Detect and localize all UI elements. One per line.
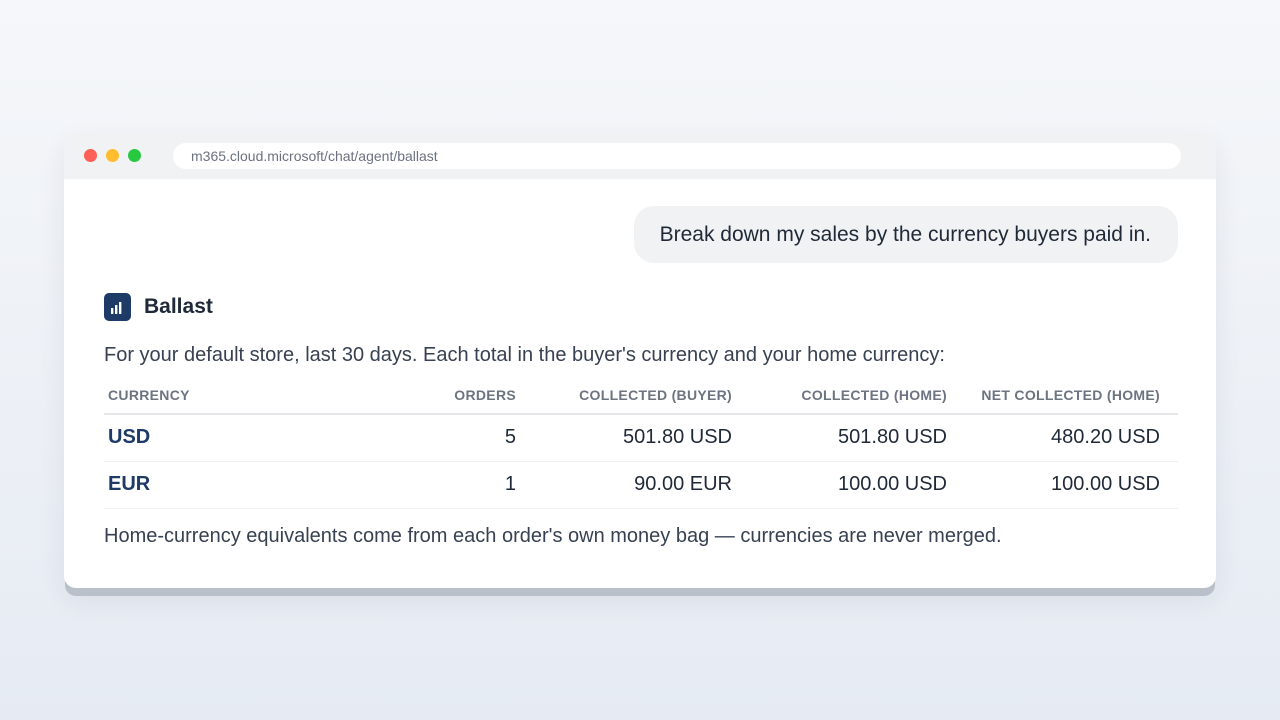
collected-buyer-cell: 90.00 EUR [534,461,750,509]
currency-breakdown-table: CURRENCY ORDERS COLLECTED (BUYER) COLLEC… [104,376,1178,509]
table-row: EUR 1 90.00 EUR 100.00 USD 100.00 USD [104,461,1178,509]
currency-cell: EUR [104,461,414,509]
address-bar[interactable]: m365.cloud.microsoft/chat/agent/ballast [173,143,1181,169]
minimize-window-button[interactable] [106,149,119,162]
title-bar: m365.cloud.microsoft/chat/agent/ballast [64,132,1216,179]
net-collected-home-cell: 480.20 USD [965,414,1178,462]
collected-home-cell: 501.80 USD [750,414,965,462]
currency-cell: USD [104,414,414,462]
orders-cell: 1 [414,461,534,509]
column-header-net-collected-home: NET COLLECTED (HOME) [965,376,1178,415]
agent-intro-text: For your default store, last 30 days. Ea… [104,344,945,366]
collected-buyer-cell: 501.80 USD [534,414,750,462]
net-collected-home-cell: 100.00 USD [965,461,1178,509]
agent-header: Ballast [104,293,213,321]
table-row: USD 5 501.80 USD 501.80 USD 480.20 USD [104,414,1178,462]
column-header-collected-home: COLLECTED (HOME) [750,376,965,415]
bar-chart-icon [104,293,131,321]
collected-home-cell: 100.00 USD [750,461,965,509]
orders-cell: 5 [414,414,534,462]
browser-window: m365.cloud.microsoft/chat/agent/ballast … [64,132,1216,588]
url-text: m365.cloud.microsoft/chat/agent/ballast [191,148,438,164]
close-window-button[interactable] [84,149,97,162]
column-header-collected-buyer: COLLECTED (BUYER) [534,376,750,415]
agent-footnote-text: Home-currency equivalents come from each… [104,525,1002,547]
table-header-row: CURRENCY ORDERS COLLECTED (BUYER) COLLEC… [104,376,1178,415]
user-message-text: Break down my sales by the currency buye… [659,222,1151,246]
maximize-window-button[interactable] [128,149,141,162]
chat-area: Break down my sales by the currency buye… [64,179,1216,588]
agent-name: Ballast [144,295,213,318]
column-header-orders: ORDERS [414,376,534,415]
user-message-bubble: Break down my sales by the currency buye… [633,206,1178,263]
column-header-currency: CURRENCY [104,376,414,415]
